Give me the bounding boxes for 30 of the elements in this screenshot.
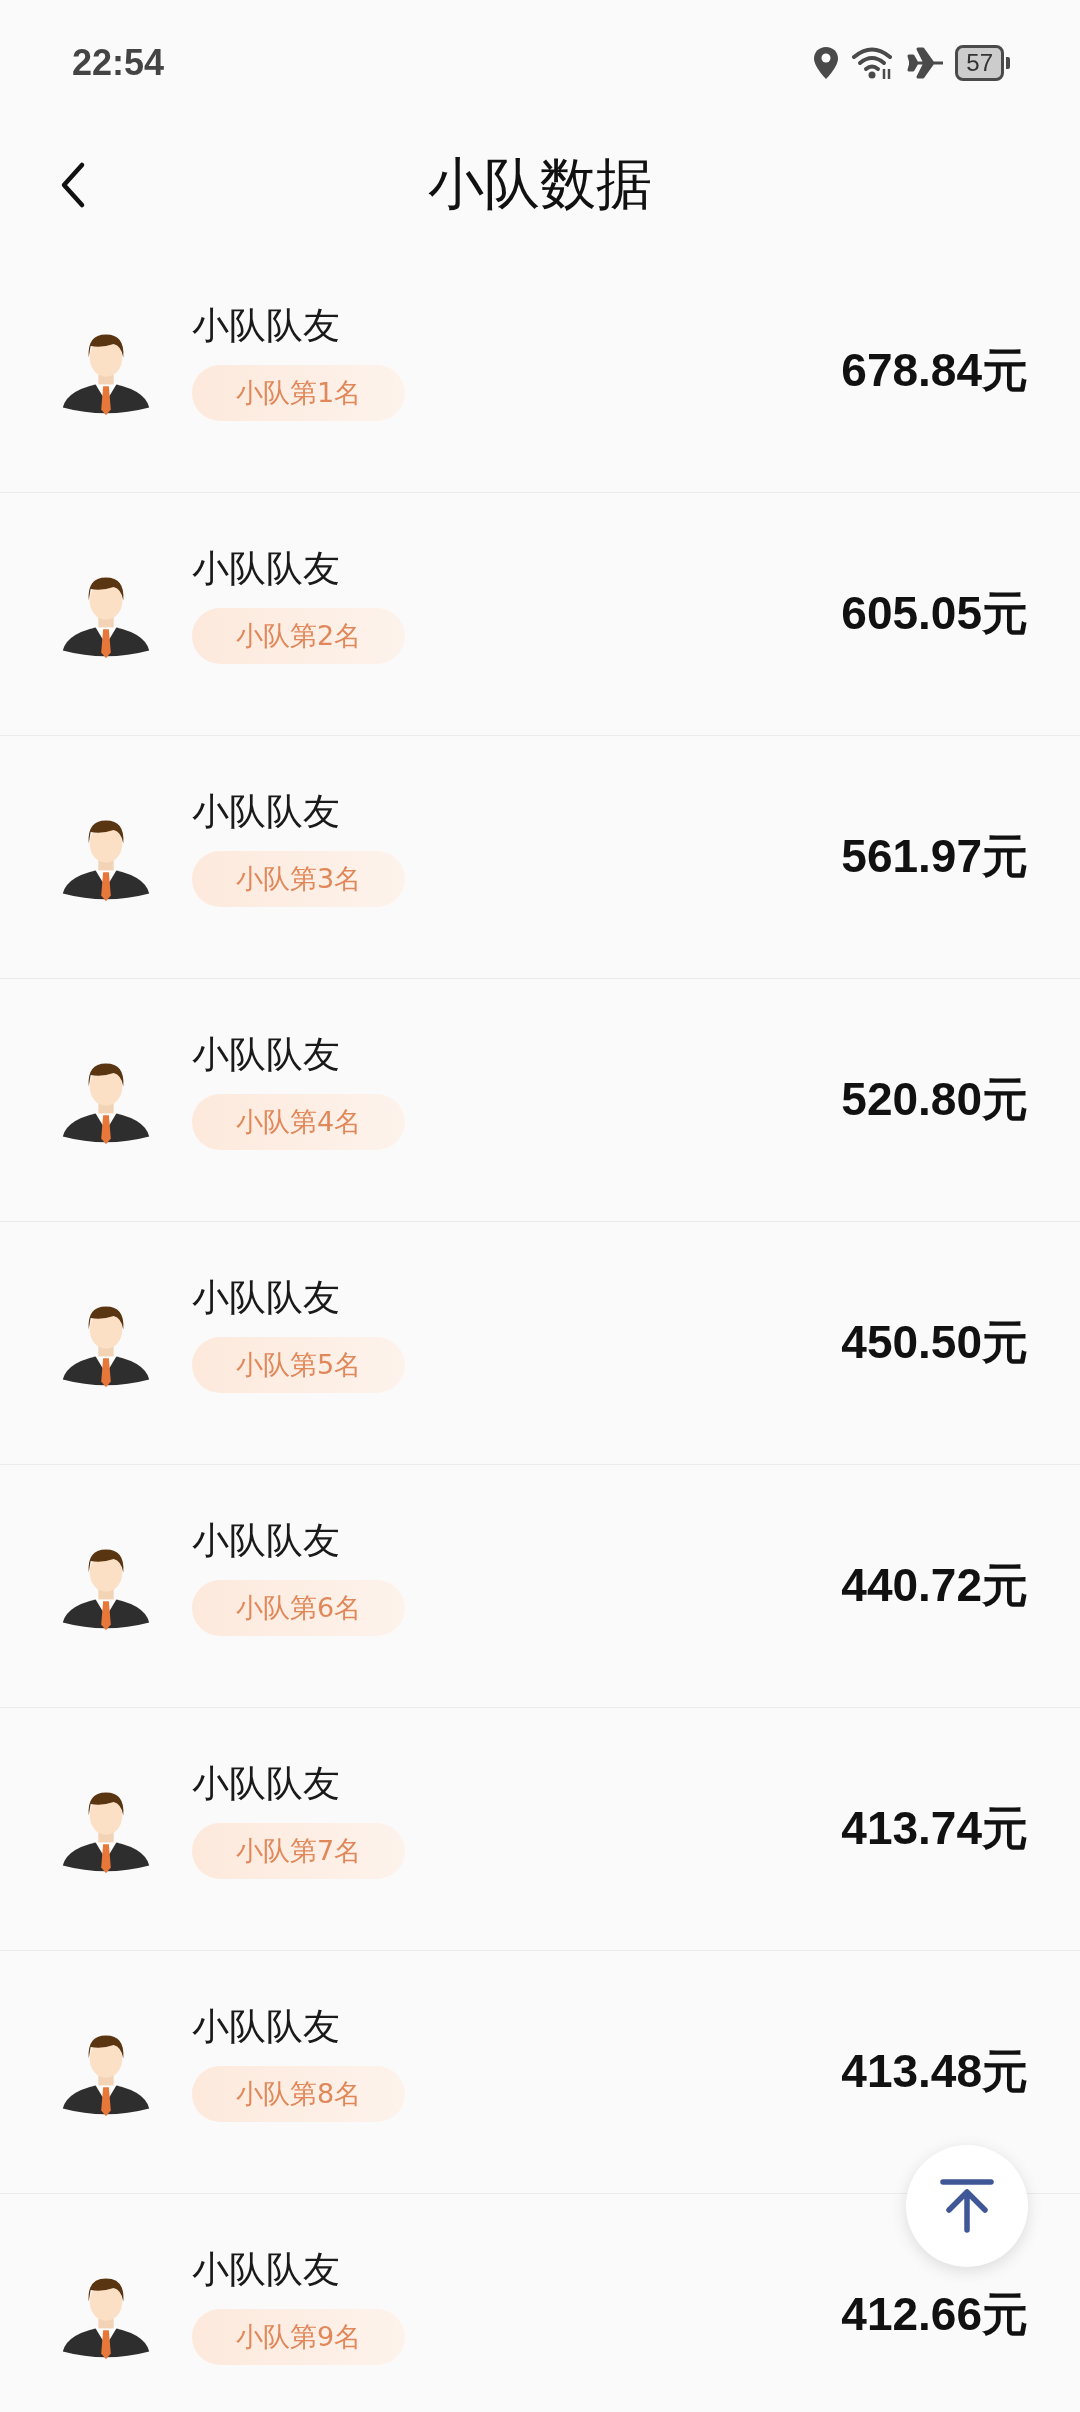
rank-badge: 小队第4名 <box>192 1094 406 1150</box>
amount-text: 561.97元 <box>841 829 1028 884</box>
rank-badge: 小队第3名 <box>192 851 406 907</box>
amount-text: 450.50元 <box>841 1315 1028 1370</box>
member-name: 小队队友 <box>192 303 340 349</box>
amount-text: 413.48元 <box>841 2044 1028 2099</box>
amount-text: 413.74元 <box>841 1801 1028 1856</box>
member-name: 小队队友 <box>192 1518 340 1564</box>
member-name: 小队队友 <box>192 2247 340 2293</box>
status-time: 22:54 <box>72 41 165 84</box>
rank-badge: 小队第8名 <box>192 2066 406 2122</box>
rank-badge: 小队第5名 <box>192 1337 406 1393</box>
rank-badge: 小队第2名 <box>192 608 406 664</box>
rank-badge: 小队第6名 <box>192 1580 406 1636</box>
rank-badge: 小队第1名 <box>192 365 406 421</box>
amount-text: 605.05元 <box>841 586 1028 641</box>
member-name: 小队队友 <box>192 2004 340 2050</box>
amount-text: 678.84元 <box>841 343 1028 398</box>
member-name: 小队队友 <box>192 1761 340 1807</box>
member-name: 小队队友 <box>192 1275 340 1321</box>
rank-badge: 小队第9名 <box>192 2309 406 2365</box>
rank-badge: 小队第7名 <box>192 1823 406 1879</box>
page-title: 小队数据 <box>428 150 652 218</box>
amount-text: 440.72元 <box>841 1558 1028 1613</box>
arrow-up-icon <box>939 2178 995 2234</box>
member-name: 小队队友 <box>192 546 340 592</box>
amount-text: 520.80元 <box>841 1072 1028 1127</box>
member-name: 小队队友 <box>192 789 340 835</box>
amount-text: 412.66元 <box>841 2287 1028 2342</box>
member-name: 小队队友 <box>192 1032 340 1078</box>
